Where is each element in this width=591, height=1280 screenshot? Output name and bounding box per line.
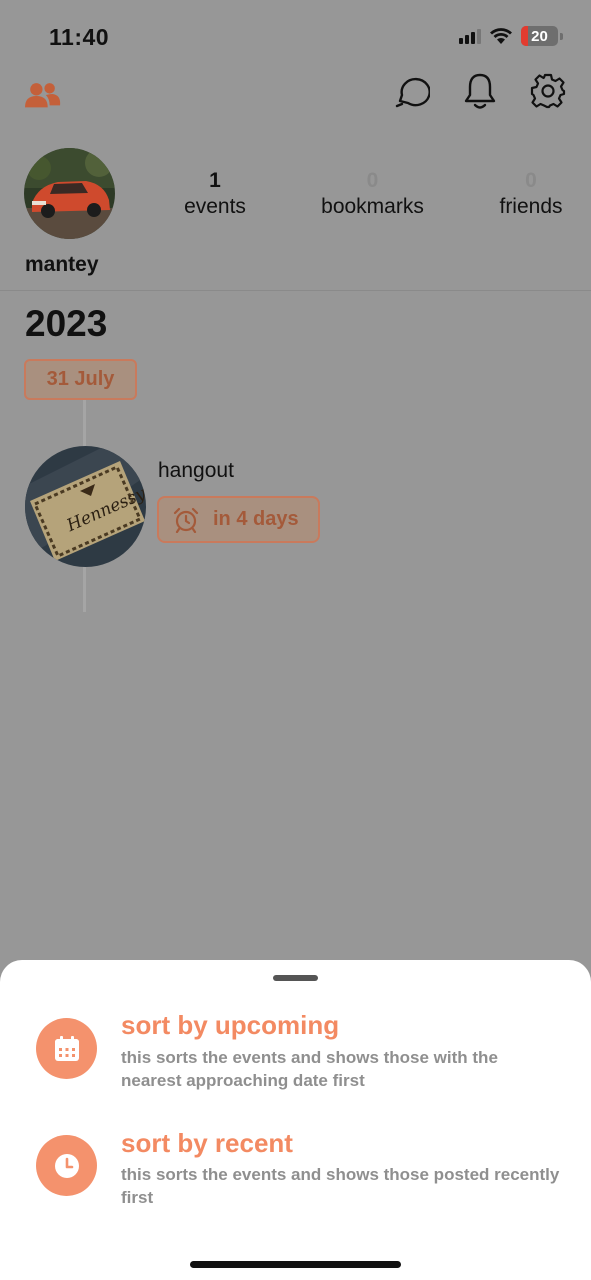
sort-bottom-sheet: sort by upcoming this sorts the events a… [0,960,591,1280]
sort-upcoming-description: this sorts the events and shows those wi… [121,1048,498,1090]
profile-avatar[interactable] [24,148,115,239]
sort-by-upcoming-option[interactable]: sort by upcoming this sorts the events a… [0,1010,591,1106]
timeline-year: 2023 [25,303,108,344]
status-time: 11:40 [49,24,110,50]
bell-icon[interactable] [462,72,498,110]
sheet-drag-handle[interactable] [273,975,318,981]
status-indicators: 20 [459,26,563,46]
countdown-text: in 4 days [213,508,299,530]
sort-recent-title: sort by recent [121,1128,293,1158]
profile-screen: 11:40 20 mantey 1 events 0 bookmarks 0 f… [0,0,591,1280]
date-chip: 31 July [24,359,137,400]
sort-by-recent-option[interactable]: sort by recent this sorts the events and… [0,1128,591,1224]
stat-bookmarks-value: 0 [366,169,379,192]
stat-bookmarks[interactable]: 0 bookmarks [316,168,429,220]
top-actions [394,72,566,110]
stat-events-value: 1 [209,169,221,192]
stat-friends-value: 0 [525,169,537,192]
stat-bookmarks-label: bookmarks [321,195,424,218]
home-indicator [190,1261,401,1268]
divider [0,290,591,291]
profile-username: mantey [25,253,99,276]
wifi-icon [490,28,512,44]
stat-events-label: events [184,195,246,218]
stat-events[interactable]: 1 events [181,168,249,220]
battery-icon: 20 [521,26,558,46]
stat-friends-label: friends [499,195,563,218]
battery-level: 20 [531,27,548,45]
cellular-signal-icon [459,28,481,44]
calendar-icon [36,1018,97,1079]
chat-icon[interactable] [394,72,430,110]
countdown-badge: in 4 days [157,496,320,543]
alarm-clock-icon [173,507,199,533]
battery-cap [560,32,563,40]
stat-friends[interactable]: 0 friends [495,168,567,220]
friends-icon[interactable] [25,76,61,114]
event-title[interactable]: hangout [158,459,234,483]
event-thumbnail[interactable]: Hennessy [25,446,146,567]
settings-gear-icon[interactable] [530,72,566,110]
clock-icon [36,1135,97,1196]
sort-recent-description: this sorts the events and shows those po… [121,1165,560,1207]
sort-upcoming-title: sort by upcoming [121,1010,340,1040]
